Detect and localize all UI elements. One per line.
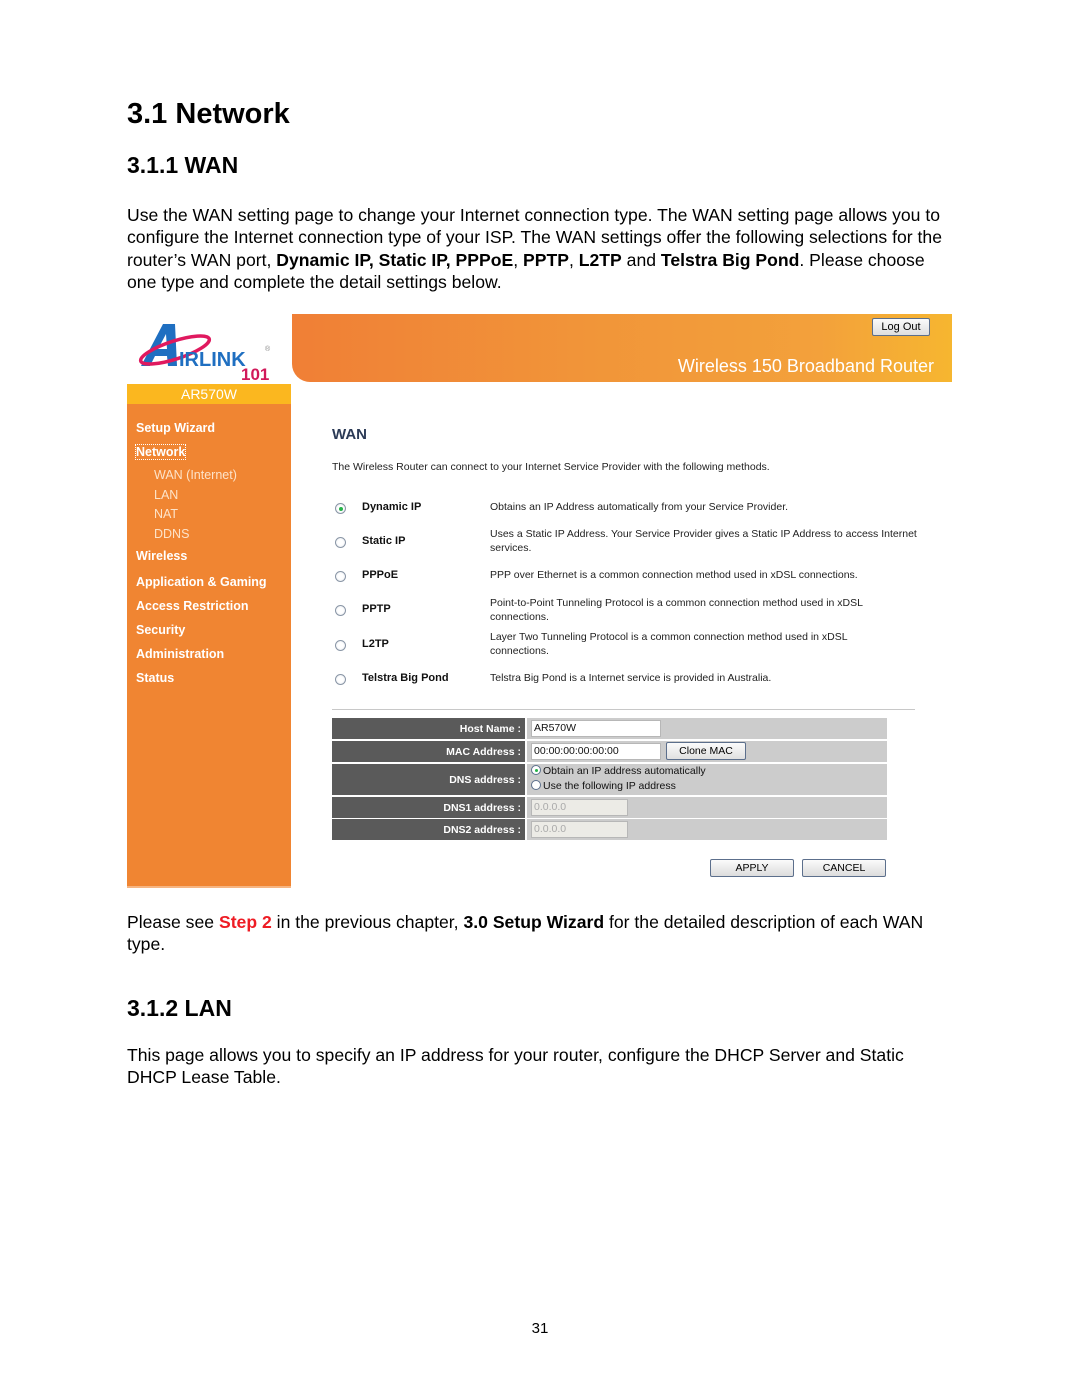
wan-intro-paragraph: Use the WAN setting page to change your … <box>127 204 957 294</box>
router-wan-screenshot: IRLINK ® 101 AR570W Log Out Wireless 150… <box>127 312 953 890</box>
svg-text:IRLINK: IRLINK <box>179 349 246 371</box>
radio-dns-manual[interactable] <box>531 780 541 790</box>
mac-address-input[interactable]: 00:00:00:00:00:00 <box>531 743 661 760</box>
text-run: and <box>621 249 661 270</box>
option-description: Point-to-Point Tunneling Protocol is a c… <box>490 597 863 623</box>
sidebar-item-security[interactable]: Security <box>136 623 185 637</box>
text-run: Please see <box>127 912 219 932</box>
sidebar-item-setup-wizard[interactable]: Setup Wizard <box>136 421 215 435</box>
sidebar-item-ddns[interactable]: DDNS <box>154 527 189 541</box>
wan-page-intro: The Wireless Router can connect to your … <box>332 461 770 473</box>
form-value-cell: 0.0.0.0 <box>527 797 887 818</box>
option-label: Dynamic IP <box>362 501 422 513</box>
airlink-logo: IRLINK ® 101 <box>127 312 291 384</box>
sidebar-nav: Setup Wizard Network WAN (Internet) LAN … <box>127 404 291 888</box>
section-heading-lan: 3.1.2 LAN <box>127 995 232 1021</box>
text-run: in the previous chapter, <box>271 912 464 932</box>
dns2-address-input[interactable]: 0.0.0.0 <box>531 821 628 838</box>
radio-telstra-big-pond[interactable] <box>335 674 346 685</box>
option-label: Telstra Big Pond <box>362 672 449 684</box>
sidebar-item-nat[interactable]: NAT <box>154 507 178 521</box>
radio-dynamic-ip[interactable] <box>335 503 346 514</box>
text-run: , <box>513 249 524 270</box>
lan-intro-paragraph: This page allows you to specify an IP ad… <box>127 1045 904 1088</box>
svg-text:101: 101 <box>241 365 269 382</box>
apply-button[interactable]: APPLY <box>710 859 794 877</box>
svg-text:®: ® <box>265 345 271 353</box>
dns1-address-input[interactable]: 0.0.0.0 <box>531 799 628 816</box>
setup-wizard-reference-paragraph: Please see Step 2 in the previous chapte… <box>127 911 957 956</box>
radio-pppoe[interactable] <box>335 571 346 582</box>
form-row-mac-address: MAC Address : 00:00:00:00:00:00 Clone MA… <box>332 741 887 762</box>
sidebar-item-administration[interactable]: Administration <box>136 647 224 661</box>
product-title: Wireless 150 Broadband Router <box>677 356 934 376</box>
dns-manual-option[interactable]: Use the following IP address <box>531 780 676 792</box>
text-run: , <box>568 249 579 270</box>
option-description: Uses a Static IP Address. Your Service P… <box>490 528 917 554</box>
dns2-address-label: DNS2 address : <box>332 819 525 840</box>
dns-address-label: DNS address : <box>332 764 525 795</box>
model-name-bar: AR570W <box>127 384 291 404</box>
option-label: Static IP <box>362 535 406 547</box>
option-description: Telstra Big Pond is a Internet service i… <box>490 672 772 684</box>
form-row-dns2: DNS2 address : 0.0.0.0 <box>332 819 887 840</box>
page-number: 31 <box>531 1320 549 1337</box>
radio-l2tp[interactable] <box>335 640 346 651</box>
form-row-dns1: DNS1 address : 0.0.0.0 <box>332 797 887 818</box>
bold-run: 3.0 Setup Wizard <box>463 912 605 932</box>
radio-static-ip[interactable] <box>335 537 346 548</box>
option-description: PPP over Ethernet is a common connection… <box>490 569 858 581</box>
bold-run: Telstra Big Pond <box>660 249 800 270</box>
logout-button[interactable]: Log Out <box>872 318 930 336</box>
dns-manual-label: Use the following IP address <box>543 780 676 792</box>
form-value-cell: AR570W <box>527 718 887 739</box>
sidebar-item-lan[interactable]: LAN <box>154 488 178 502</box>
option-label: PPPoE <box>362 569 399 581</box>
form-value-cell: 0.0.0.0 <box>527 819 887 840</box>
option-description: Obtains an IP Address automatically from… <box>490 501 789 513</box>
host-name-input[interactable]: AR570W <box>531 720 661 737</box>
airlink-logo-icon: IRLINK ® 101 <box>138 324 271 382</box>
sidebar-item-network[interactable]: Network <box>134 444 187 460</box>
bold-run: PPTP <box>523 249 569 270</box>
form-value-cell: Obtain an IP address automatically Use t… <box>527 764 887 795</box>
option-label: L2TP <box>362 638 389 650</box>
sidebar-item-wan-internet[interactable]: WAN (Internet) <box>154 468 237 482</box>
mac-address-label: MAC Address : <box>332 741 525 762</box>
section-heading-network: 3.1 Network <box>127 98 290 130</box>
dns1-address-label: DNS1 address : <box>332 797 525 818</box>
sidebar-item-wireless[interactable]: Wireless <box>136 549 187 563</box>
wan-page-title: WAN <box>332 426 367 443</box>
bold-run: Dynamic IP, Static IP, PPPoE <box>276 249 514 270</box>
radio-dns-auto[interactable] <box>531 765 541 775</box>
sidebar-item-application-gaming[interactable]: Application & Gaming <box>136 575 267 589</box>
form-row-dns-address: DNS address : Obtain an IP address autom… <box>332 764 887 795</box>
sidebar-item-status[interactable]: Status <box>136 671 174 685</box>
radio-pptp[interactable] <box>335 605 346 616</box>
host-name-label: Host Name : <box>332 718 525 739</box>
form-row-host-name: Host Name : AR570W <box>332 718 887 739</box>
dns-auto-option[interactable]: Obtain an IP address automatically <box>531 765 706 777</box>
section-heading-wan: 3.1.1 WAN <box>127 152 239 178</box>
bold-run: L2TP <box>578 249 622 270</box>
cancel-button[interactable]: CANCEL <box>802 859 886 877</box>
option-description: Layer Two Tunneling Protocol is a common… <box>490 631 848 657</box>
option-label: PPTP <box>362 603 391 615</box>
divider <box>332 709 915 710</box>
dns-auto-label: Obtain an IP address automatically <box>543 765 706 777</box>
step-reference: Step 2 <box>218 912 272 932</box>
clone-mac-button[interactable]: Clone MAC <box>666 742 746 760</box>
header-banner: Log Out Wireless 150 Broadband Router <box>292 314 952 382</box>
sidebar-item-access-restriction[interactable]: Access Restriction <box>136 599 249 613</box>
form-value-cell: 00:00:00:00:00:00 Clone MAC <box>527 741 887 762</box>
